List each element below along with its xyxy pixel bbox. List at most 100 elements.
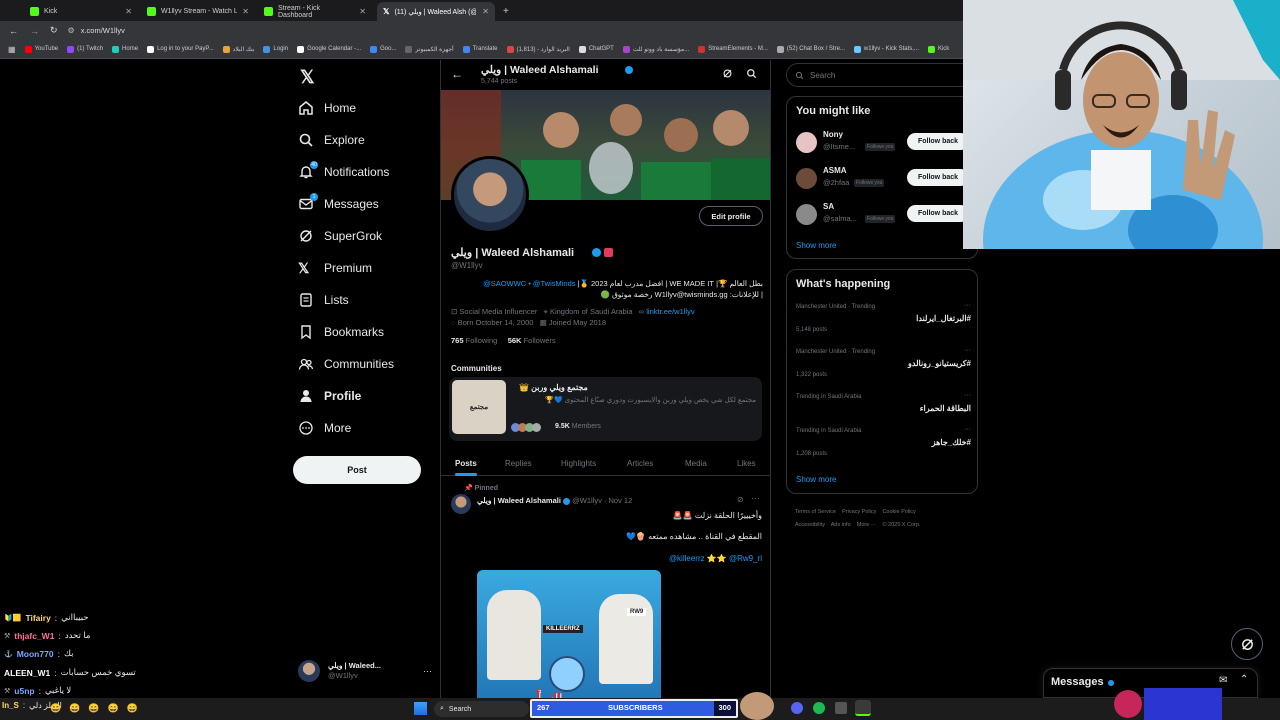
post-author-avatar[interactable]: [451, 494, 471, 514]
follow-back-button[interactable]: Follow back: [907, 205, 969, 222]
bookmark-item[interactable]: مؤسسة باد ووتو للت...: [622, 45, 689, 53]
grok-icon[interactable]: [722, 68, 733, 79]
taskbar-search[interactable]: ⌕ Search: [434, 701, 529, 717]
trend-item[interactable]: Manchester United · Trending ··· #كريستي…: [796, 347, 971, 385]
nav-home[interactable]: Home: [298, 100, 356, 116]
windows-start-icon[interactable]: [414, 702, 427, 715]
nav-notifications[interactable]: 40 Notifications: [298, 161, 389, 180]
bookmark-item[interactable]: Translate: [462, 45, 498, 53]
bookmark-item[interactable]: Home: [112, 45, 138, 53]
footer-link[interactable]: Terms of Service: [795, 509, 836, 515]
tab-replies[interactable]: Replies: [505, 459, 532, 468]
bookmark-item[interactable]: StreamElements - M...: [698, 45, 768, 53]
bookmark-item[interactable]: Kick: [927, 45, 949, 53]
account-switcher[interactable]: ويلي | Waleed... @W1llyv ···: [298, 658, 432, 684]
tab-articles[interactable]: Articles: [627, 459, 653, 468]
search-input[interactable]: Search: [786, 63, 978, 87]
expand-chevron-icon[interactable]: ⌃: [1240, 674, 1248, 685]
bookmark-item[interactable]: ChatGPT: [578, 45, 614, 53]
nav-more[interactable]: More: [298, 420, 351, 436]
browser-tab[interactable]: Stream - Kick Dashboard ✕: [258, 2, 372, 21]
trend-item[interactable]: Manchester United · Trending ··· #البرتغ…: [796, 302, 971, 340]
discord-icon[interactable]: [791, 702, 803, 714]
browser-tab[interactable]: W1llyv Stream - Watch Live on ✕: [141, 2, 255, 21]
new-message-icon[interactable]: ✉: [1219, 675, 1227, 686]
nav-premium[interactable]: 𝕏 Premium: [298, 260, 372, 276]
nav-communities[interactable]: Communities: [298, 356, 394, 372]
new-tab-plus-icon[interactable]: +: [497, 2, 515, 21]
bookmark-item[interactable]: Google Calendar -...: [297, 45, 361, 53]
grok-floating-button[interactable]: [1231, 628, 1263, 660]
bookmark-item[interactable]: Log in to your PayP...: [147, 45, 214, 53]
more-dots-icon[interactable]: ···: [964, 302, 971, 309]
close-icon[interactable]: ✕: [482, 7, 489, 16]
follow-back-button[interactable]: Follow back: [907, 133, 969, 150]
footer-link[interactable]: Cookie Policy: [882, 509, 915, 515]
post-mentions[interactable]: @killeerrz ⭐⭐ @Rw9_rl: [669, 554, 762, 563]
back-arrow-icon[interactable]: ←: [9, 26, 18, 36]
more-dots-icon[interactable]: ···: [751, 493, 760, 503]
nav-bookmarks[interactable]: Bookmarks: [298, 324, 384, 340]
x-logo-icon[interactable]: 𝕏: [300, 67, 315, 88]
footer-link[interactable]: Privacy Policy: [842, 509, 876, 515]
show-more-link[interactable]: Show more: [796, 475, 836, 484]
profile-avatar[interactable]: [451, 156, 529, 234]
close-icon[interactable]: ✕: [125, 7, 132, 16]
bookmark-item[interactable]: البريد الوارد - (1,813): [506, 45, 570, 53]
bookmark-item[interactable]: YouTube: [24, 45, 58, 53]
show-more-link[interactable]: Show more: [796, 241, 836, 250]
nav-explore[interactable]: Explore: [298, 132, 365, 148]
grok-icon[interactable]: ⊘: [737, 495, 744, 504]
trend-item[interactable]: Trending in Saudi Arabia ··· البطاقة الح…: [796, 392, 971, 424]
post-author-name[interactable]: ويلي | Waleed Alshamali: [477, 496, 561, 505]
bookmark-item[interactable]: بنك البلاد: [222, 45, 254, 53]
bookmark-item[interactable]: w1llyv - Kick Stats,...: [853, 45, 919, 53]
app-icon[interactable]: [835, 702, 847, 714]
apps-grid-icon[interactable]: ▦: [8, 45, 16, 54]
spotify-icon[interactable]: [813, 702, 825, 714]
back-arrow-icon[interactable]: ←: [451, 67, 463, 81]
nav-lists[interactable]: Lists: [298, 292, 349, 308]
chat-text: ما تحدد: [64, 630, 91, 640]
active-app-icon[interactable]: [855, 700, 871, 716]
trend-item[interactable]: Trending in Saudi Arabia ··· #خلك_جاهز 1…: [796, 426, 971, 464]
bookmark-item[interactable]: Login: [263, 45, 288, 53]
tab-likes[interactable]: Likes: [737, 459, 756, 468]
bookmark-item[interactable]: (52) Chat Box / Stre...: [776, 45, 845, 53]
bio-mentions-link[interactable]: @SAOWWC • @TwisMinds: [483, 279, 575, 288]
bookmark-item[interactable]: Goo...: [370, 45, 396, 53]
browser-tab-active[interactable]: 𝕏 (11) ويلي | Waleed Alsh (@W1llyv) / X ✕: [377, 2, 495, 21]
search-icon[interactable]: [746, 68, 757, 79]
site-info-icon[interactable]: ⚙: [68, 26, 75, 35]
bookmark-item[interactable]: (1) Twitch: [67, 45, 103, 53]
nav-messages[interactable]: 1 Messages: [298, 193, 379, 212]
close-icon[interactable]: ✕: [242, 7, 249, 16]
nav-profile[interactable]: Profile: [298, 388, 361, 404]
more-dots-icon[interactable]: ···: [964, 426, 971, 433]
website-link[interactable]: linktr.ee/w1llyv: [646, 307, 694, 316]
following-link[interactable]: 765 Following: [451, 336, 497, 345]
edit-profile-button[interactable]: Edit profile: [699, 206, 763, 226]
reload-icon[interactable]: ↻: [50, 25, 58, 36]
footer-link[interactable]: Accessibility: [795, 522, 825, 528]
followers-link[interactable]: 56K Followers: [508, 336, 556, 345]
pinned-post[interactable]: 📌 Pinned ويلي | Waleed Alshamali @W1llyv…: [441, 480, 770, 720]
url-input[interactable]: x.com/W1llyv: [81, 26, 125, 35]
follow-back-button[interactable]: Follow back: [907, 169, 969, 186]
tab-highlights[interactable]: Highlights: [561, 459, 596, 468]
post-button[interactable]: Post: [293, 456, 421, 484]
nav-supergrok[interactable]: SuperGrok: [298, 228, 382, 244]
browser-tab[interactable]: Kick ✕: [24, 2, 138, 21]
bookmark-item[interactable]: أجهزة الكمبيوتر: [405, 45, 454, 53]
footer-link[interactable]: More ···: [857, 522, 877, 528]
forward-arrow-icon[interactable]: →: [30, 26, 39, 36]
more-dots-icon[interactable]: ···: [964, 347, 971, 354]
close-icon[interactable]: ✕: [359, 7, 366, 16]
tab-posts[interactable]: Posts: [455, 459, 477, 468]
more-dots-icon[interactable]: ···: [423, 666, 432, 676]
community-card[interactable]: مجتمع مجتمع ويلي وربن 👑 مجتمع لكل شي يخص…: [449, 377, 762, 441]
more-dots-icon[interactable]: ···: [964, 392, 971, 399]
tab-media[interactable]: Media: [685, 459, 707, 468]
footer-link[interactable]: Ads info: [831, 522, 851, 528]
post-date[interactable]: Nov 12: [609, 496, 633, 505]
